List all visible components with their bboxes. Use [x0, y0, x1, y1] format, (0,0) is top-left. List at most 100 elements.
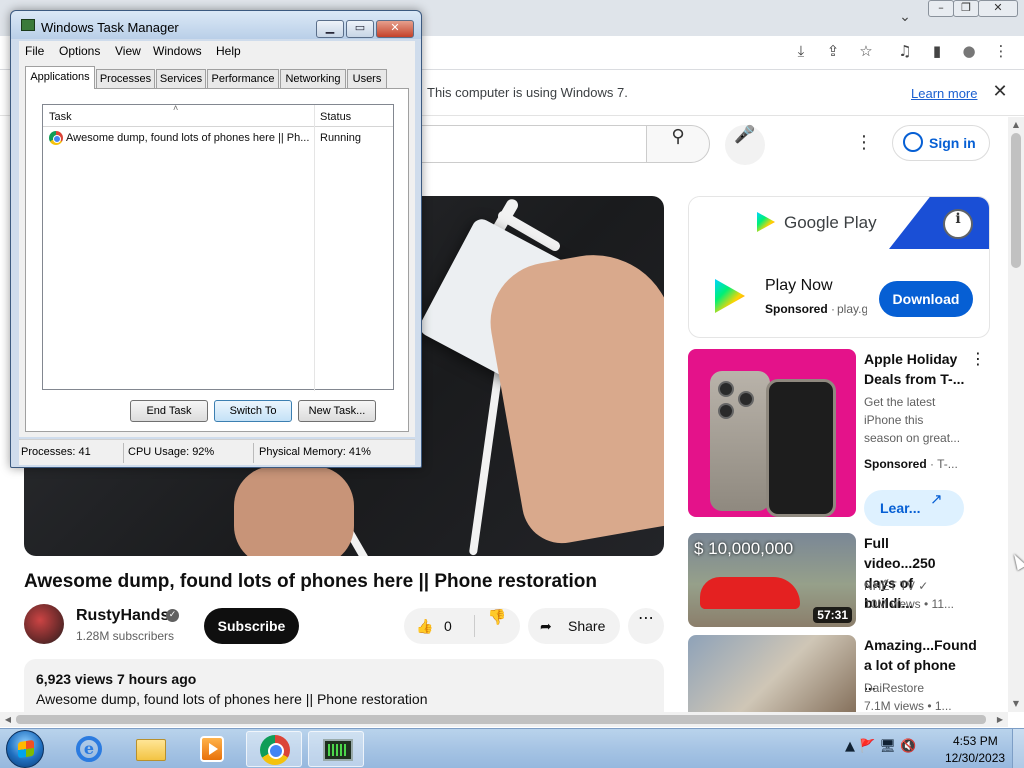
task-list[interactable]: ˄ Task Status Awesome dump, found lots o…	[42, 103, 394, 391]
recommended-video-item[interactable]: Amazing...Found a lot of phone ... DaiRe…	[688, 635, 990, 712]
close-window-button[interactable]: ✕	[978, 0, 1018, 17]
install-icon[interactable]: ⤓	[790, 42, 812, 64]
search-icon: ⚲	[671, 126, 685, 147]
scroll-down-arrow-icon[interactable]: ▼	[1008, 696, 1024, 711]
tab-processes[interactable]: Processes	[96, 69, 155, 88]
recommended-ad-item[interactable]: Apple Holiday Deals from T-... ⋮ Get the…	[688, 349, 990, 529]
search-button[interactable]: ⚲	[646, 125, 710, 163]
clock-time[interactable]: 4:53 PM	[953, 734, 998, 748]
search-input[interactable]	[400, 125, 646, 163]
column-divider[interactable]	[314, 105, 315, 391]
chrome-menu-icon[interactable]: ⋮	[990, 42, 1012, 64]
channel-name[interactable]: NHẾT TV ✓	[864, 577, 964, 595]
hand	[481, 242, 664, 550]
table-row[interactable]: Awesome dump, found lots of phones here …	[43, 129, 393, 147]
list-header: ˄ Task Status	[43, 103, 393, 127]
column-header-task[interactable]: Task	[49, 111, 72, 123]
taskbar-internet-explorer[interactable]: e	[60, 731, 116, 767]
task-manager-window[interactable]: Windows Task Manager ▁ ▭ ✕ File Options …	[10, 10, 422, 468]
scroll-left-arrow-icon[interactable]: ◀	[0, 712, 16, 727]
internet-explorer-icon: e	[76, 736, 102, 762]
new-task-button[interactable]: New Task...	[298, 400, 376, 422]
video-thumbnail[interactable]	[688, 635, 856, 712]
dislike-button[interactable]: 👎	[474, 608, 520, 644]
voice-search-button[interactable]: 🎤	[725, 125, 765, 165]
share-icon[interactable]: ⇪	[822, 42, 844, 64]
ad-brand: Google Play	[784, 213, 877, 232]
tab-search-dropdown[interactable]: ⌄	[895, 6, 915, 26]
settings-more-icon[interactable]: ⋮	[855, 132, 873, 153]
sort-arrow-icon: ˄	[173, 103, 179, 113]
learn-more-button[interactable]: Lear... ↗	[864, 490, 964, 526]
like-button[interactable]: 👍 0	[404, 608, 474, 644]
scroll-up-arrow-icon[interactable]: ▲	[1008, 117, 1024, 132]
taskbar-media-player[interactable]	[184, 731, 240, 767]
vertical-scroll-thumb[interactable]	[1011, 133, 1021, 268]
end-task-button[interactable]: End Task	[130, 400, 208, 422]
sponsored-ad-card[interactable]: Google Play i Play Now Sponsored · play.…	[688, 196, 990, 338]
video-thumbnail[interactable]	[688, 349, 856, 517]
menu-file[interactable]: File	[25, 44, 44, 58]
views-age: 7.1M views • 1...	[864, 699, 952, 712]
side-panel-icon[interactable]: ▮	[926, 42, 948, 64]
tab-networking[interactable]: Networking	[280, 69, 346, 88]
horizontal-scrollbar[interactable]: ◀ ▶	[0, 712, 1008, 727]
profile-icon[interactable]: ●	[958, 42, 980, 64]
subscribe-button[interactable]: Subscribe	[204, 608, 299, 644]
tab-services[interactable]: Services	[156, 69, 206, 88]
taskbar-chrome[interactable]	[246, 731, 302, 767]
recommended-video-item[interactable]: $ 10,000,000 57:31 Full video...250 days…	[688, 533, 990, 629]
physical-memory: Physical Memory: 41%	[259, 446, 371, 458]
menu-help[interactable]: Help	[216, 44, 241, 58]
show-desktop-button[interactable]	[1012, 729, 1024, 768]
share-button[interactable]: ➦ Share	[528, 608, 620, 644]
verified-icon: ✓	[918, 579, 929, 593]
taskbar-task-manager[interactable]	[308, 731, 364, 767]
system-tray-icons[interactable]: ▲ 🚩 🖥 🔇	[845, 739, 916, 754]
horizontal-scroll-thumb[interactable]	[16, 715, 986, 724]
sign-in-label: Sign in	[929, 135, 976, 151]
clock-date[interactable]: 12/30/2023	[945, 751, 1005, 765]
bookmark-star-icon[interactable]: ☆	[855, 42, 877, 64]
menu-view[interactable]: View	[115, 44, 141, 58]
minimize-button[interactable]: –	[928, 0, 954, 17]
scroll-right-arrow-icon[interactable]: ▶	[992, 712, 1008, 727]
google-play-logo-icon	[757, 212, 775, 232]
more-actions-button[interactable]: ⋯	[628, 608, 664, 644]
window-title: Windows Task Manager	[41, 20, 179, 35]
restore-button[interactable]: ❐	[953, 0, 979, 17]
tab-users[interactable]: Users	[347, 69, 387, 88]
account-icon	[903, 132, 923, 153]
channel-avatar[interactable]	[24, 604, 64, 644]
task-manager-icon	[323, 739, 353, 761]
more-icon[interactable]: ⋮	[970, 349, 986, 368]
ad-title[interactable]: Play Now	[765, 277, 833, 295]
task-manager-titlebar[interactable]: Windows Task Manager ▁ ▭ ✕	[11, 11, 421, 39]
description-box[interactable]: 6,923 views 7 hours ago Awesome dump, fo…	[24, 659, 664, 712]
media-control-icon[interactable]: ♫	[894, 42, 916, 64]
menu-windows[interactable]: Windows	[153, 44, 202, 58]
menu-options[interactable]: Options	[59, 44, 100, 58]
vertical-scrollbar[interactable]: ▲ ▼	[1008, 117, 1024, 712]
tab-applications[interactable]: Applications	[25, 66, 95, 89]
learn-more-link[interactable]: Learn more	[911, 86, 977, 101]
applications-panel: ˄ Task Status Awesome dump, found lots o…	[25, 88, 409, 432]
channel-name[interactable]: RustyHands	[76, 607, 169, 625]
infobar-close-icon[interactable]: ✕	[990, 81, 1010, 102]
minimize-button[interactable]: ▁	[316, 20, 344, 38]
switch-to-button[interactable]: Switch To	[214, 400, 292, 422]
sign-in-button[interactable]: Sign in	[892, 125, 990, 161]
close-button[interactable]: ✕	[376, 20, 414, 38]
column-header-status[interactable]: Status	[320, 111, 351, 123]
share-arrow-icon: ➦	[540, 618, 552, 634]
taskbar-file-explorer[interactable]	[122, 731, 178, 767]
start-button[interactable]	[6, 730, 44, 768]
video-thumbnail[interactable]: $ 10,000,000 57:31	[688, 533, 856, 627]
tab-performance[interactable]: Performance	[207, 69, 279, 88]
car	[700, 577, 800, 609]
download-button[interactable]: Download	[879, 281, 973, 317]
channel-name[interactable]: DaiRestore	[864, 679, 964, 697]
maximize-button[interactable]: ▭	[346, 20, 374, 38]
ad-domain: play.g	[837, 302, 867, 316]
ad-info-icon[interactable]: i	[943, 209, 973, 239]
